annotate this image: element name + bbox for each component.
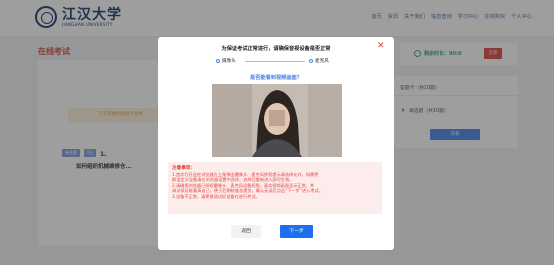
microphone-icon xyxy=(309,58,313,63)
video-check-question: 是否能看到视频画面？ xyxy=(250,75,302,81)
camera-icon xyxy=(216,58,220,63)
step-camera: 摄像头 xyxy=(216,58,236,64)
notes-title: 注意事项： xyxy=(172,166,195,171)
step-microphone: 麦克风 xyxy=(309,58,329,64)
camera-preview xyxy=(212,84,342,157)
close-icon[interactable]: ✕ xyxy=(377,42,385,51)
notes-box: 注意事项： 1.首次打开会在浏览器左上角弹出摄像头、麦克风授权提示请选择允许，如… xyxy=(168,162,382,214)
step-mic-label: 麦克风 xyxy=(315,59,329,64)
dialog-title: 为保证考试正常进行，请确保音视设备是否正常 xyxy=(221,46,331,52)
device-check-dialog: 为保证考试正常进行，请确保音视设备是否正常 ✕ 摄像头 麦克风 是否能看到视频画… xyxy=(158,37,394,250)
back-button[interactable]: 返回 xyxy=(231,225,261,238)
note-line: 3.设备不正常，请更换测试好设备在进行考试。 xyxy=(172,193,260,199)
next-step-button[interactable]: 下一步 xyxy=(280,225,313,238)
camera-preview-image xyxy=(212,84,342,157)
step-connector xyxy=(245,61,305,62)
step-camera-label: 摄像头 xyxy=(222,59,236,64)
